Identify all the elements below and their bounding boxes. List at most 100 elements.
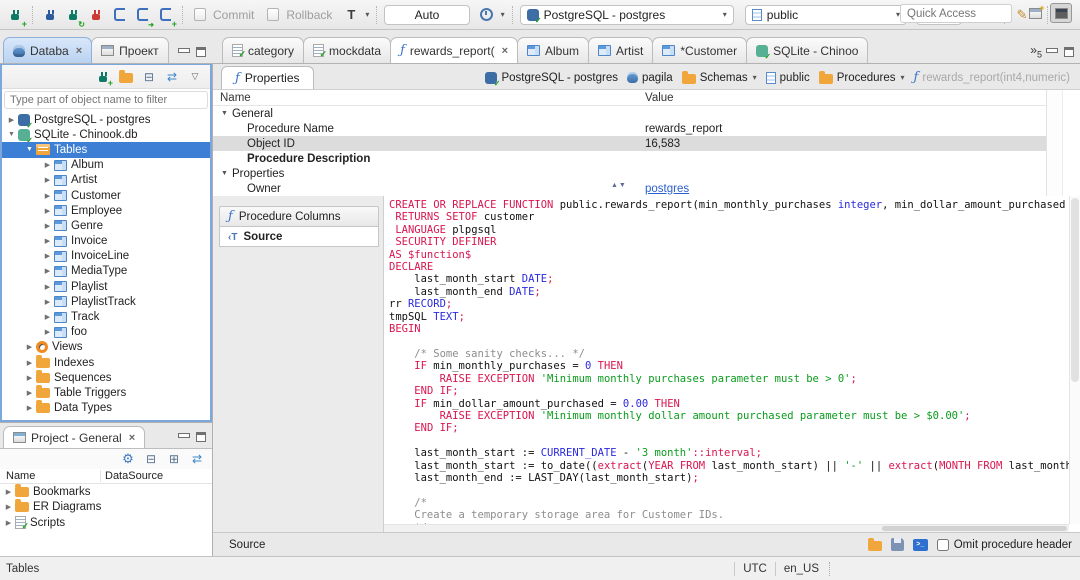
property-row-object-id[interactable]: Object ID 16,583 xyxy=(213,136,1080,151)
chevron-down-icon[interactable]: ▾ xyxy=(901,73,905,82)
column-name[interactable]: Name xyxy=(213,92,641,104)
subtab-source[interactable]: Source xyxy=(219,226,379,247)
expand-arrow-icon[interactable]: ▶ xyxy=(42,298,53,306)
editor-tab-category[interactable]: category xyxy=(222,37,305,63)
view-menu-icon[interactable] xyxy=(187,69,203,85)
tree-item-foo[interactable]: ▶ foo xyxy=(2,325,210,340)
new-sql-editor-button[interactable] xyxy=(155,4,175,26)
expand-arrow-icon[interactable]: ▶ xyxy=(42,176,53,184)
expand-arrow-icon[interactable]: ▶ xyxy=(6,116,17,124)
project-item-scripts[interactable]: ▶ Scripts xyxy=(0,515,212,532)
group-arrow-icon[interactable]: ▼ xyxy=(221,110,232,117)
transaction-log-button[interactable] xyxy=(477,4,497,26)
expand-arrow-icon[interactable]: ▶ xyxy=(42,222,53,230)
expand-arrow-icon[interactable]: ▶ xyxy=(42,328,53,336)
expand-all-button[interactable] xyxy=(166,451,182,467)
tab-проект[interactable]: Проект xyxy=(91,37,169,63)
close-icon[interactable]: × xyxy=(129,432,135,444)
disconnect-button[interactable] xyxy=(86,4,106,26)
tree-item-employee[interactable]: ▶ Employee xyxy=(2,203,210,218)
editor-tab-mockdata[interactable]: mockdata xyxy=(303,37,392,63)
property-row-procedure-description[interactable]: Procedure Description xyxy=(213,151,1080,166)
column-datasource[interactable]: DataSource xyxy=(100,470,212,482)
minimize-editor-icon[interactable] xyxy=(1046,47,1058,57)
grid-scrollbar[interactable] xyxy=(1046,90,1080,196)
new-connection-button[interactable] xyxy=(95,69,111,85)
project-item-er-diagrams[interactable]: ▶ ER Diagrams xyxy=(0,499,212,516)
connection-combo[interactable]: PostgreSQL - postgres ▾ xyxy=(519,4,734,25)
property-row-general[interactable]: ▼ General xyxy=(213,106,1080,121)
property-value-link[interactable]: postgres xyxy=(645,183,689,195)
property-row-properties[interactable]: ▼ Properties xyxy=(213,166,1080,181)
new-folder-button[interactable] xyxy=(118,69,134,85)
breadcrumb-schemas[interactable]: Schemas ▾ xyxy=(681,70,757,84)
tree-item-tables[interactable]: ▼ Tables xyxy=(2,142,210,158)
expand-arrow-icon[interactable]: ▶ xyxy=(24,389,35,397)
rollback-button[interactable]: Rollback xyxy=(286,8,332,22)
gear-icon[interactable] xyxy=(120,451,136,467)
breadcrumb-pagila[interactable]: pagila xyxy=(627,72,673,84)
tree-item-sequences[interactable]: ▶ Sequences xyxy=(2,369,210,385)
tree-item-views[interactable]: ▶ Views xyxy=(2,340,210,355)
tree-item-artist[interactable]: ▶ Artist xyxy=(2,173,210,188)
close-icon[interactable]: × xyxy=(76,45,82,57)
editor-tab-album[interactable]: Album xyxy=(517,37,590,63)
tree-item-sqlite-chinook-db[interactable]: ▼ SQLite - Chinook.db xyxy=(2,127,210,145)
expand-arrow-icon[interactable]: ▶ xyxy=(42,267,53,275)
editor-tab-sqlite-chinoo[interactable]: SQLite - Chinoo xyxy=(746,37,869,63)
new-connection-button[interactable] xyxy=(5,4,25,26)
dbeaver-perspective-button[interactable] xyxy=(1050,3,1072,23)
tab-databa[interactable]: Databa × xyxy=(3,37,93,63)
editor-tab-artist[interactable]: Artist xyxy=(588,37,654,63)
subtab-procedure-columns[interactable]: Procedure Columns xyxy=(219,206,379,227)
minimize-view-icon[interactable] xyxy=(178,47,190,57)
schema-combo[interactable]: public ▾ xyxy=(744,4,907,25)
vertical-scrollbar[interactable] xyxy=(1069,196,1080,524)
editor-tab-customer[interactable]: *Customer xyxy=(652,37,748,63)
expand-arrow-icon[interactable]: ▶ xyxy=(42,237,53,245)
tree-item-mediatype[interactable]: ▶ MediaType xyxy=(2,264,210,279)
expand-arrow-icon[interactable]: ▶ xyxy=(3,519,14,527)
tree-item-playlisttrack[interactable]: ▶ PlaylistTrack xyxy=(2,294,210,309)
expand-arrow-icon[interactable]: ▶ xyxy=(42,207,53,215)
scroll-thumb[interactable] xyxy=(1071,198,1079,382)
load-from-file-icon[interactable] xyxy=(867,537,882,551)
tree-item-track[interactable]: ▶ Track xyxy=(2,309,210,324)
maximize-view-icon[interactable] xyxy=(196,47,206,57)
collapse-expand-handle[interactable]: ▲▼ xyxy=(611,182,627,189)
close-icon[interactable]: × xyxy=(502,45,508,57)
locale-indicator[interactable]: en_US xyxy=(784,563,819,575)
transaction-mode-button[interactable] xyxy=(341,4,361,26)
editor-tab-rewards-report[interactable]: rewards_report( × xyxy=(390,37,519,63)
breadcrumb-postgresql-postgres[interactable]: PostgreSQL - postgres xyxy=(485,71,618,88)
link-with-editor-button[interactable] xyxy=(164,69,180,85)
chevron-down-icon[interactable]: ▾ xyxy=(365,10,369,19)
horizontal-scrollbar[interactable] xyxy=(384,524,1069,532)
tree-item-table-triggers[interactable]: ▶ Table Triggers xyxy=(2,384,210,400)
maximize-view-icon[interactable] xyxy=(196,432,206,442)
tree-item-album[interactable]: ▶ Album xyxy=(2,158,210,173)
project-item-bookmarks[interactable]: ▶ Bookmarks xyxy=(0,483,212,500)
reconnect-button[interactable] xyxy=(63,4,83,26)
expand-arrow-icon[interactable]: ▼ xyxy=(24,146,35,153)
bottom-tab-source[interactable]: Source xyxy=(213,539,281,551)
sql-editor-button[interactable] xyxy=(109,4,129,26)
breadcrumb-rewards-report-int4-numeric[interactable]: rewards_report(int4,numeric) xyxy=(914,70,1070,85)
tree-item-indexes[interactable]: ▶ Indexes xyxy=(2,354,210,370)
tree-item-invoice[interactable]: ▶ Invoice xyxy=(2,234,210,249)
expand-arrow-icon[interactable]: ▶ xyxy=(24,404,35,412)
timezone-indicator[interactable]: UTC xyxy=(743,563,767,575)
tree-item-invoiceline[interactable]: ▶ InvoiceLine xyxy=(2,249,210,264)
expand-arrow-icon[interactable]: ▶ xyxy=(24,343,35,351)
scroll-thumb[interactable] xyxy=(882,526,1067,531)
expand-arrow-icon[interactable]: ▶ xyxy=(42,313,53,321)
property-row-procedure-name[interactable]: Procedure Name rewards_report xyxy=(213,121,1080,136)
open-perspective-button[interactable] xyxy=(1024,3,1046,23)
tree-item-playlist[interactable]: ▶ Playlist xyxy=(2,279,210,294)
commit-button[interactable]: Commit xyxy=(213,8,254,22)
tab-overflow-indicator[interactable]: »5 xyxy=(1024,43,1046,63)
column-value[interactable]: Value xyxy=(641,92,1080,104)
expand-arrow-icon[interactable]: ▶ xyxy=(3,503,14,511)
tree-item-data-types[interactable]: ▶ Data Types xyxy=(2,400,210,416)
connect-button[interactable] xyxy=(40,4,60,26)
